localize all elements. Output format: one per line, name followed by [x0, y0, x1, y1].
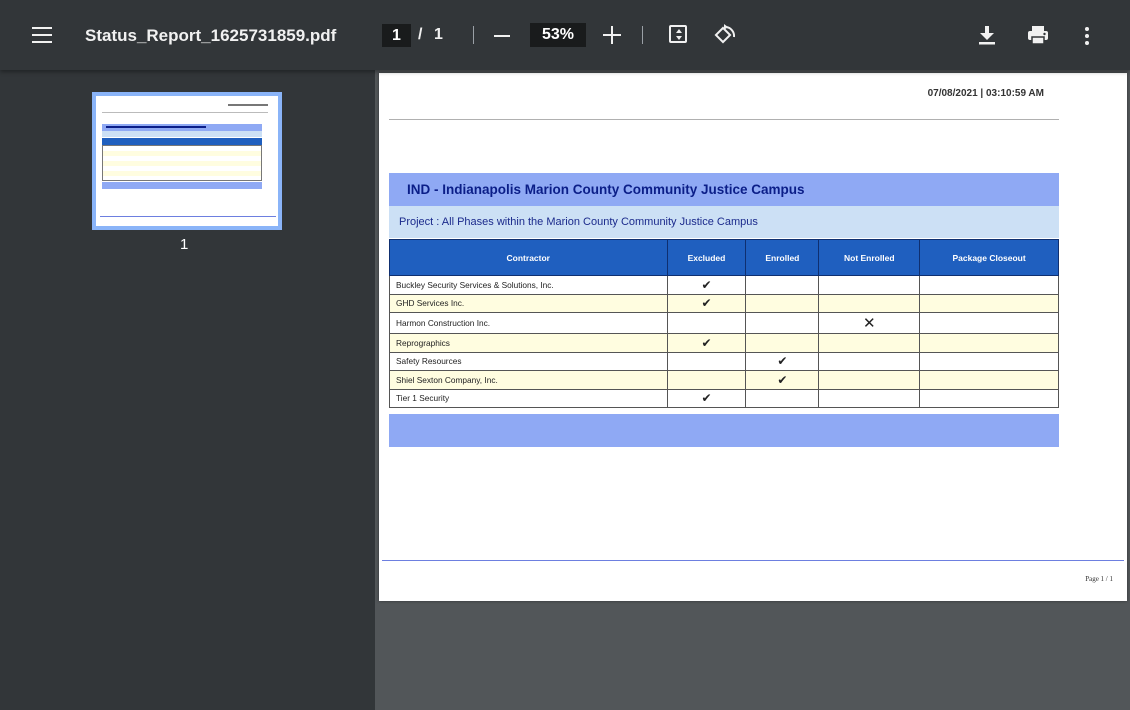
- contractor-cell: Harmon Construction Inc.: [389, 312, 668, 334]
- not-enrolled-cross-icon: ✕: [818, 312, 921, 334]
- thumbnail-sidebar: 1: [0, 70, 375, 710]
- project-line: Project : All Phases within the Marion C…: [389, 206, 1059, 238]
- page-thumbnail[interactable]: [92, 92, 282, 230]
- table-row: Safety Resources ✔: [389, 351, 1059, 371]
- header-rule: [389, 119, 1059, 120]
- report-timestamp: 07/08/2021 | 03:10:59 AM: [927, 88, 1044, 99]
- enrolled-cell: [745, 388, 820, 408]
- excluded-cell: [666, 312, 747, 334]
- contractor-cell: Safety Resources: [389, 351, 668, 371]
- not-enrolled-cell: [818, 333, 921, 353]
- closeout-cell: [919, 351, 1059, 371]
- column-header-contractor: Contractor: [389, 239, 668, 276]
- table-row: Tier 1 Security ✔: [389, 388, 1059, 408]
- print-icon[interactable]: [1026, 24, 1050, 51]
- pdf-toolbar: Status_Report_1625731859.pdf 1 / 1 53%: [0, 0, 1130, 70]
- enrolled-cell: [745, 275, 820, 295]
- contractor-cell: Buckley Security Services & Solutions, I…: [389, 275, 668, 295]
- report-footer-bar: [389, 414, 1059, 447]
- closeout-cell: [919, 370, 1059, 390]
- toolbar-divider: [642, 26, 643, 44]
- fit-to-page-icon[interactable]: [669, 25, 687, 43]
- not-enrolled-cell: [818, 293, 921, 313]
- not-enrolled-cell: [818, 370, 921, 390]
- contractor-cell: Reprographics: [389, 333, 668, 353]
- thumbnail-page-number: 1: [180, 236, 189, 253]
- enrolled-check-icon: ✔: [745, 351, 820, 371]
- minus-icon[interactable]: [494, 35, 510, 37]
- closeout-cell: [919, 312, 1059, 334]
- table-row: GHD Services Inc. ✔: [389, 293, 1059, 313]
- contractor-cell: Shiel Sexton Company, Inc.: [389, 370, 668, 390]
- report-banner-title: IND - Indianapolis Marion County Communi…: [389, 173, 1059, 206]
- column-header-not-enrolled: Not Enrolled: [818, 239, 921, 276]
- table-header-row: Contractor Excluded Enrolled Not Enrolle…: [389, 239, 1059, 276]
- contractor-status-table: Contractor Excluded Enrolled Not Enrolle…: [389, 239, 1059, 408]
- page-footer-number: Page 1 / 1: [1085, 575, 1113, 583]
- excluded-check-icon: ✔: [666, 275, 747, 295]
- closeout-cell: [919, 333, 1059, 353]
- column-header-package-closeout: Package Closeout: [919, 239, 1059, 276]
- table-row: Shiel Sexton Company, Inc. ✔: [389, 370, 1059, 390]
- page-number-input[interactable]: 1: [382, 24, 411, 47]
- menu-icon[interactable]: [32, 27, 52, 43]
- thumbnail-preview: [96, 96, 278, 226]
- plus-icon[interactable]: [603, 26, 621, 44]
- pdf-page: 07/08/2021 | 03:10:59 AM IND - Indianapo…: [379, 73, 1127, 601]
- enrolled-cell: [745, 293, 820, 313]
- page-separator: /: [418, 26, 423, 43]
- contractor-cell: GHD Services Inc.: [389, 293, 668, 313]
- enrolled-cell: [745, 333, 820, 353]
- column-header-enrolled: Enrolled: [745, 239, 820, 276]
- zoom-input[interactable]: 53%: [530, 23, 586, 47]
- enrolled-check-icon: ✔: [745, 370, 820, 390]
- table-row: Buckley Security Services & Solutions, I…: [389, 275, 1059, 295]
- table-row: Reprographics ✔: [389, 333, 1059, 353]
- column-header-excluded: Excluded: [666, 239, 747, 276]
- document-title: Status_Report_1625731859.pdf: [85, 26, 337, 45]
- excluded-check-icon: ✔: [666, 388, 747, 408]
- download-icon[interactable]: [977, 24, 997, 51]
- closeout-cell: [919, 275, 1059, 295]
- excluded-cell: [666, 351, 747, 371]
- page-total: 1: [434, 26, 443, 43]
- closeout-cell: [919, 293, 1059, 313]
- more-vert-icon[interactable]: [1084, 27, 1090, 48]
- not-enrolled-cell: [818, 351, 921, 371]
- excluded-cell: [666, 370, 747, 390]
- toolbar-divider: [473, 26, 474, 44]
- table-row: Harmon Construction Inc. ✕: [389, 312, 1059, 334]
- excluded-check-icon: ✔: [666, 333, 747, 353]
- contractor-cell: Tier 1 Security: [389, 388, 668, 408]
- excluded-check-icon: ✔: [666, 293, 747, 313]
- footer-rule: [382, 560, 1124, 561]
- not-enrolled-cell: [818, 275, 921, 295]
- enrolled-cell: [745, 312, 820, 334]
- closeout-cell: [919, 388, 1059, 408]
- not-enrolled-cell: [818, 388, 921, 408]
- rotate-icon[interactable]: [712, 22, 738, 53]
